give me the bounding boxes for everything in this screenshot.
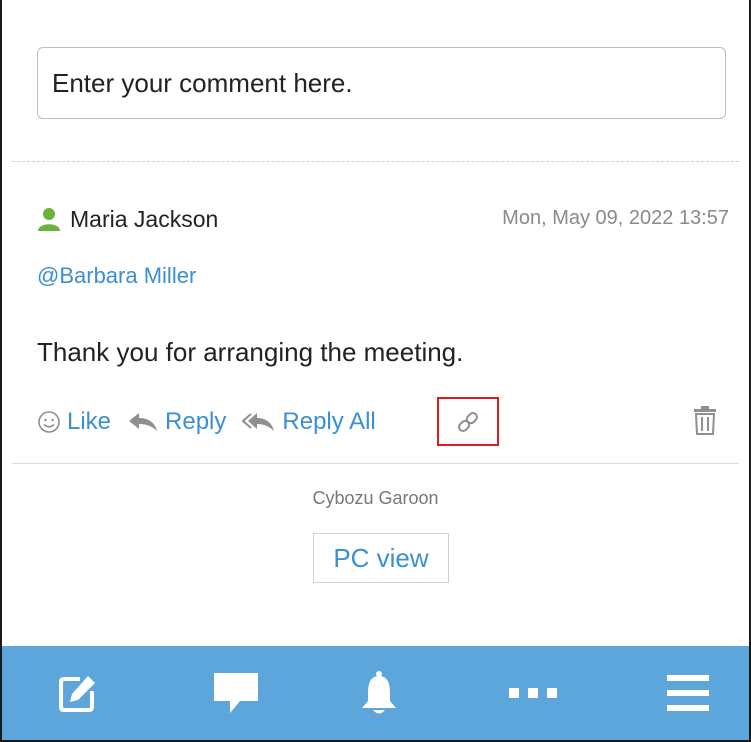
divider <box>12 463 739 464</box>
trash-icon[interactable] <box>693 405 717 435</box>
user-icon <box>38 208 60 231</box>
comment-icon <box>214 673 258 713</box>
more-button[interactable] <box>493 646 573 740</box>
link-icon <box>458 411 478 432</box>
notifications-button[interactable] <box>339 646 419 740</box>
comment-actions: Like Reply Reply All <box>37 405 392 439</box>
reply-all-label: Reply All <box>282 408 376 435</box>
menu-icon <box>667 675 709 711</box>
edit-icon <box>59 676 95 712</box>
comment-input[interactable] <box>37 47 726 119</box>
author-name[interactable]: Maria Jackson <box>70 206 218 233</box>
smiley-icon <box>38 411 60 433</box>
comment-body: Thank you for arranging the meeting. <box>37 337 464 367</box>
footer-brand: Cybozu Garoon <box>312 488 439 508</box>
reply-all-icon <box>242 413 275 431</box>
pc-view-button[interactable]: PC view <box>313 533 449 583</box>
bell-icon <box>362 671 396 714</box>
messages-button[interactable] <box>196 646 276 740</box>
reply-button[interactable]: Reply <box>127 408 226 436</box>
comment-author: Maria Jackson <box>36 203 218 235</box>
more-icon <box>509 688 557 698</box>
bottom-nav-bar <box>2 646 749 740</box>
comment-timestamp: Mon, May 09, 2022 13:57 <box>502 207 729 229</box>
mention-link[interactable]: @Barbara Miller <box>37 263 196 289</box>
edit-button[interactable] <box>38 646 118 740</box>
reply-all-button[interactable]: Reply All <box>242 408 376 436</box>
divider <box>12 161 739 162</box>
menu-button[interactable] <box>648 646 728 740</box>
reply-label: Reply <box>165 408 227 435</box>
like-button[interactable]: Like <box>37 408 111 436</box>
like-label: Like <box>67 408 112 435</box>
permalink-button[interactable] <box>437 397 499 446</box>
reply-icon <box>129 413 158 431</box>
